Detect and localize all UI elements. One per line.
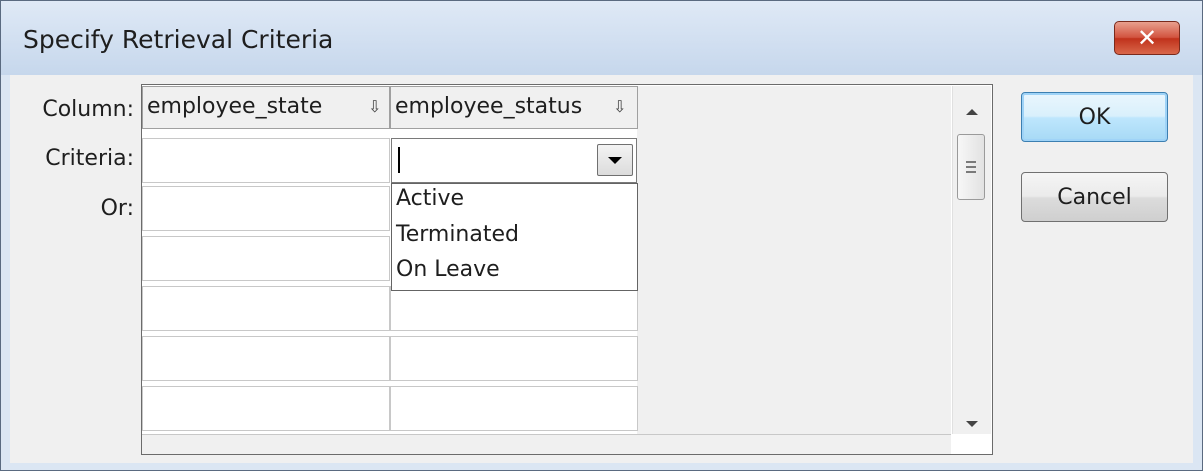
scroll-up-icon[interactable] <box>966 109 978 115</box>
criteria-cell-status-5[interactable] <box>390 336 638 381</box>
sort-down-icon[interactable]: ⇩ <box>613 87 626 127</box>
grip-line <box>966 166 976 168</box>
criteria-cell-state-1[interactable] <box>142 138 390 183</box>
status-criteria-combobox[interactable] <box>391 138 637 183</box>
close-button[interactable]: ✕ <box>1114 21 1180 55</box>
dropdown-option-on-leave[interactable]: On Leave <box>396 257 500 282</box>
criteria-cell-state-3[interactable] <box>142 236 390 281</box>
dropdown-button[interactable] <box>597 144 633 176</box>
column-label: Column: <box>42 97 134 122</box>
dropdown-option-terminated[interactable]: Terminated <box>396 222 519 247</box>
column-header-label: employee_status <box>395 94 583 119</box>
grip-line <box>966 161 976 163</box>
close-icon: ✕ <box>1136 24 1158 52</box>
cancel-button[interactable]: Cancel <box>1021 172 1168 222</box>
criteria-cell-state-4[interactable] <box>142 286 390 331</box>
scroll-down-icon[interactable] <box>966 421 978 427</box>
sort-down-icon[interactable]: ⇩ <box>368 87 381 127</box>
column-header-employee-status[interactable]: employee_status ⇩ <box>390 86 638 129</box>
criteria-cell-state-5[interactable] <box>142 336 390 381</box>
criteria-cell-state-6[interactable] <box>142 386 390 431</box>
title-bar[interactable]: Specify Retrieval Criteria ✕ <box>1 1 1202 75</box>
column-header-employee-state[interactable]: employee_state ⇩ <box>142 86 390 129</box>
dropdown-option-active[interactable]: Active <box>396 186 464 211</box>
window-title: Specify Retrieval Criteria <box>23 25 334 54</box>
criteria-cell-state-2[interactable] <box>142 186 390 231</box>
scrollbar-thumb[interactable] <box>957 134 985 200</box>
or-label: Or: <box>100 196 134 221</box>
grid-bottom-strip <box>142 434 951 454</box>
grid-empty-area <box>637 86 951 434</box>
criteria-cell-status-4[interactable] <box>390 286 638 331</box>
chevron-down-icon <box>608 156 622 164</box>
status-dropdown-list: Active Terminated On Leave <box>391 183 638 291</box>
grip-line <box>966 171 976 173</box>
text-caret <box>398 147 400 173</box>
ok-button[interactable]: OK <box>1021 92 1168 142</box>
criteria-cell-status-6[interactable] <box>390 386 638 431</box>
criteria-label: Criteria: <box>45 146 134 171</box>
column-header-label: employee_state <box>147 94 323 119</box>
vertical-scrollbar[interactable] <box>952 86 991 434</box>
